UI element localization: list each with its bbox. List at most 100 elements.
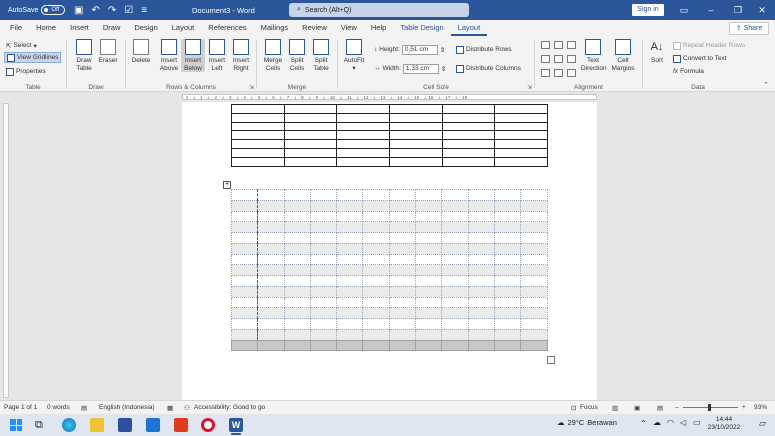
ribbon-display-icon[interactable]: ▭ bbox=[670, 0, 698, 20]
table-cell[interactable] bbox=[283, 242, 311, 255]
width-input[interactable]: 1,33 cm bbox=[402, 63, 439, 74]
page-count[interactable]: Page 1 of 1 bbox=[4, 404, 37, 411]
table-cell[interactable] bbox=[362, 285, 390, 298]
table-cell[interactable] bbox=[309, 232, 338, 244]
table-cell[interactable] bbox=[388, 275, 417, 287]
table-cell[interactable] bbox=[336, 328, 364, 341]
onedrive-icon[interactable]: ☁ bbox=[653, 418, 661, 427]
table-cell[interactable] bbox=[336, 104, 391, 114]
table-cell[interactable] bbox=[415, 242, 443, 255]
table-cell[interactable] bbox=[415, 199, 443, 212]
table-cell[interactable] bbox=[230, 242, 259, 255]
table-cell[interactable] bbox=[494, 130, 549, 141]
search-box[interactable]: ⌕ Search (Alt+Q) bbox=[289, 3, 469, 17]
table-cell[interactable] bbox=[257, 307, 285, 319]
table-cell[interactable] bbox=[388, 242, 417, 255]
table-cell[interactable] bbox=[389, 147, 443, 158]
table-cell[interactable] bbox=[336, 189, 364, 201]
table-move-handle-icon[interactable]: + bbox=[223, 181, 231, 189]
table-cell[interactable] bbox=[520, 328, 548, 341]
table-cell[interactable] bbox=[493, 210, 522, 223]
table-cell[interactable] bbox=[283, 253, 311, 266]
tab-home[interactable]: Home bbox=[29, 20, 63, 36]
table-cell[interactable] bbox=[336, 264, 364, 276]
draw-table-button[interactable]: Draw Table bbox=[72, 39, 96, 72]
office-icon[interactable] bbox=[174, 418, 188, 432]
table-cell[interactable] bbox=[467, 339, 495, 352]
zoom-level[interactable]: 93% bbox=[754, 404, 767, 411]
insert-above-button[interactable]: Insert Above bbox=[157, 39, 181, 72]
table-cell[interactable] bbox=[441, 210, 469, 223]
table-cell[interactable] bbox=[336, 221, 364, 233]
table-cell[interactable] bbox=[309, 296, 338, 309]
table-cell[interactable] bbox=[336, 147, 391, 158]
chevron-up-icon[interactable]: ⌃ bbox=[640, 419, 647, 428]
save-icon[interactable]: ▣ bbox=[74, 5, 83, 16]
tab-layout[interactable]: Layout bbox=[165, 20, 202, 36]
table-cell[interactable] bbox=[309, 307, 338, 319]
table-cell[interactable] bbox=[283, 318, 311, 330]
table-cell[interactable] bbox=[230, 318, 259, 330]
table-cell[interactable] bbox=[520, 318, 548, 330]
proofing-icon[interactable]: ▤ bbox=[81, 404, 87, 412]
table-cell[interactable] bbox=[336, 121, 391, 132]
table-cell[interactable] bbox=[362, 242, 390, 255]
table-cell[interactable] bbox=[283, 130, 338, 141]
mail-icon[interactable] bbox=[146, 418, 160, 432]
share-button[interactable]: ⇪ Share bbox=[729, 22, 769, 35]
table-cell[interactable] bbox=[467, 210, 495, 223]
table-cell[interactable] bbox=[388, 264, 417, 276]
table-cell[interactable] bbox=[283, 328, 311, 341]
table-cell[interactable] bbox=[520, 199, 548, 212]
table-cell[interactable] bbox=[467, 264, 495, 276]
view-gridlines-button[interactable]: View Gridlines bbox=[4, 52, 62, 63]
table-cell[interactable] bbox=[415, 285, 443, 298]
undo-icon[interactable]: ↶ bbox=[91, 5, 99, 16]
opera-icon[interactable] bbox=[201, 418, 215, 432]
table-cell[interactable] bbox=[441, 253, 469, 266]
table-cell[interactable] bbox=[441, 199, 469, 212]
table-cell[interactable] bbox=[283, 189, 311, 201]
table-cell[interactable] bbox=[467, 275, 495, 287]
cell-margins-button[interactable]: Cell Margins bbox=[611, 39, 635, 72]
table-cell[interactable] bbox=[309, 199, 338, 212]
table-cell[interactable] bbox=[231, 121, 285, 132]
print-layout-icon[interactable]: ▣ bbox=[634, 404, 640, 412]
table-cell[interactable] bbox=[362, 221, 390, 233]
table-cell[interactable] bbox=[520, 242, 548, 255]
table-cell[interactable] bbox=[389, 112, 443, 123]
clock[interactable]: 14:44 23/10/2022 bbox=[706, 416, 742, 432]
table-cell[interactable] bbox=[231, 139, 285, 149]
table-cell[interactable] bbox=[257, 296, 285, 309]
tab-design[interactable]: Design bbox=[127, 20, 164, 36]
table-cell[interactable] bbox=[415, 264, 443, 276]
table-cell[interactable] bbox=[441, 156, 496, 167]
table-cell[interactable] bbox=[336, 139, 391, 149]
table-cell[interactable] bbox=[520, 232, 548, 244]
table-cell[interactable] bbox=[441, 130, 496, 141]
table-cell[interactable] bbox=[362, 307, 390, 319]
dialog-launcher-icon[interactable]: ⇲ bbox=[527, 84, 532, 91]
table-cell[interactable] bbox=[230, 328, 259, 341]
weather-widget[interactable]: ☁ 29°C Berawan bbox=[557, 418, 617, 427]
table-cell[interactable] bbox=[257, 264, 285, 276]
table-cell[interactable] bbox=[415, 307, 443, 319]
read-mode-icon[interactable]: ▥ bbox=[612, 404, 618, 412]
table-cell[interactable] bbox=[362, 199, 390, 212]
table-cell[interactable] bbox=[388, 232, 417, 244]
table-cell[interactable] bbox=[283, 210, 311, 223]
zoom-in-icon[interactable]: + bbox=[742, 404, 746, 411]
align-bottom-right-icon[interactable] bbox=[567, 69, 576, 77]
table-cell[interactable] bbox=[257, 210, 285, 223]
table-cell[interactable] bbox=[441, 147, 496, 158]
table-cell[interactable] bbox=[362, 328, 390, 341]
language[interactable]: English (Indonesia) bbox=[99, 404, 155, 411]
table-cell[interactable] bbox=[467, 199, 495, 212]
table-cell[interactable] bbox=[283, 112, 338, 123]
tab-help[interactable]: Help bbox=[364, 20, 393, 36]
dialog-launcher-icon[interactable]: ⇲ bbox=[249, 84, 254, 91]
table-cell[interactable] bbox=[493, 285, 522, 298]
table-cell[interactable] bbox=[309, 275, 338, 287]
table-cell[interactable] bbox=[283, 285, 311, 298]
table-cell[interactable] bbox=[520, 275, 548, 287]
